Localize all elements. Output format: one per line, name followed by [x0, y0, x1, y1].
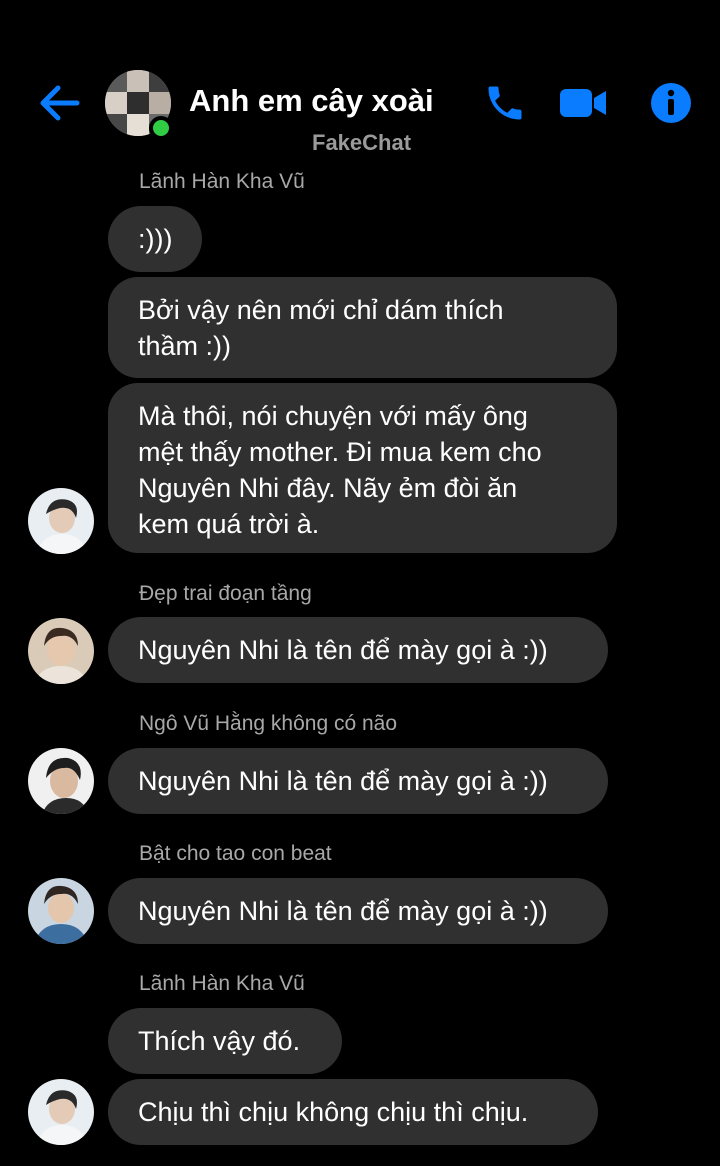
sender-name: Đẹp trai đoạn tầng	[139, 582, 312, 605]
message-text-line: Mà thôi, nói chuyện với mấy ông	[138, 401, 528, 431]
message-text: Nguyên Nhi là tên để mày gọi à :))	[138, 896, 548, 926]
message-text: Thích vậy đó.	[138, 1026, 301, 1056]
message-text: Chịu thì chịu không chịu thì chịu.	[138, 1097, 529, 1127]
info-icon	[651, 83, 691, 123]
message-bubble[interactable]: Nguyên Nhi là tên để mày gọi à :))	[108, 878, 608, 944]
message-text: Nguyên Nhi là tên để mày gọi à :))	[138, 635, 548, 665]
video-call-button[interactable]	[558, 78, 608, 128]
chat-header: Anh em cây xoài FakeChat	[0, 0, 720, 170]
message-text: Nguyên Nhi là tên để mày gọi à :))	[138, 766, 548, 796]
chat-screen: Anh em cây xoài FakeChat Lãnh Hàn Kha Vũ…	[0, 0, 720, 1166]
sender-name: Lãnh Hàn Kha Vũ	[139, 972, 305, 995]
message-bubble[interactable]: :)))	[108, 206, 202, 272]
message-text-line: thầm :))	[138, 331, 232, 361]
online-status-dot	[149, 116, 173, 140]
message-text-line: kem quá trời à.	[138, 509, 320, 539]
chat-subtitle: FakeChat	[312, 130, 412, 155]
message-bubble[interactable]: Mà thôi, nói chuyện với mấy ông mệt thấy…	[108, 383, 617, 553]
info-button[interactable]	[646, 78, 696, 128]
message-bubble[interactable]: Thích vậy đó.	[108, 1008, 342, 1074]
message-bubble[interactable]: Nguyên Nhi là tên để mày gọi à :))	[108, 617, 608, 683]
back-button[interactable]	[34, 80, 84, 126]
avatar[interactable]	[28, 748, 94, 814]
call-button[interactable]	[480, 78, 530, 128]
avatar[interactable]	[28, 618, 94, 684]
sender-name: Lãnh Hàn Kha Vũ	[139, 170, 305, 193]
message-text-line: Bởi vậy nên mới chỉ dám thích	[138, 295, 504, 325]
message-text-line: mệt thấy mother. Đi mua kem cho	[138, 437, 542, 467]
message-text-line: Nguyên Nhi đây. Nãy ẻm đòi ăn	[138, 473, 518, 503]
sender-name: Bật cho tao con beat	[139, 842, 332, 865]
phone-icon	[488, 86, 522, 120]
video-camera-icon	[560, 89, 606, 117]
avatar[interactable]	[28, 1079, 94, 1145]
message-bubble[interactable]: Nguyên Nhi là tên để mày gọi à :))	[108, 748, 608, 814]
chat-title[interactable]: Anh em cây xoài	[189, 83, 434, 119]
avatar[interactable]	[28, 488, 94, 554]
back-arrow-icon	[40, 85, 80, 121]
message-text: :)))	[138, 224, 173, 254]
avatar[interactable]	[28, 878, 94, 944]
sender-name: Ngô Vũ Hằng không có não	[139, 712, 398, 735]
message-bubble[interactable]: Bởi vậy nên mới chỉ dám thích thầm :))	[108, 277, 617, 378]
message-bubble[interactable]: Chịu thì chịu không chịu thì chịu.	[108, 1079, 598, 1145]
